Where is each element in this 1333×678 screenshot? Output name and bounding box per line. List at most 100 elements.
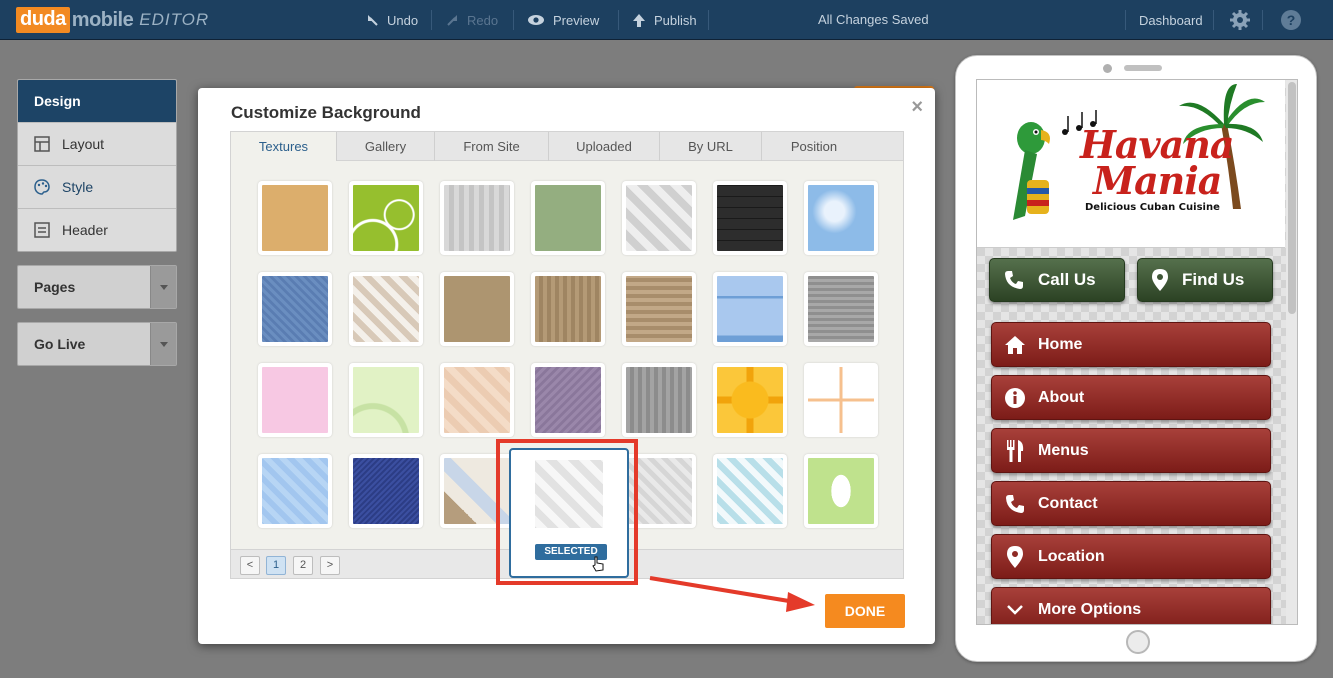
page-1-button[interactable]: 1 [266,556,286,575]
selected-texture-tile[interactable]: SELECTED [509,448,629,578]
texture-tile[interactable] [804,454,878,528]
help-button[interactable]: ? [1280,9,1302,31]
undo-label: Undo [387,12,419,28]
sidebar-item-layout[interactable]: Layout [18,122,176,165]
phone-screen: Havana Mania Delicious Cuban Cuisine Cal… [976,79,1298,625]
go-live-dropdown[interactable]: Go Live [17,322,177,366]
nav-menus[interactable]: Menus [991,428,1271,473]
selected-texture-swatch [535,460,603,528]
texture-tile[interactable] [713,454,787,528]
nav-label: Contact [1038,494,1098,512]
dialog-title: Customize Background [231,103,421,122]
texture-tile[interactable] [440,272,514,346]
preview-button[interactable]: Preview [527,0,599,40]
redo-button[interactable]: Redo [446,0,498,40]
prev-page-button[interactable]: < [240,556,260,575]
phone-icon [1005,271,1023,289]
call-us-label: Call Us [1038,270,1096,289]
nav-location[interactable]: Location [991,534,1271,579]
phone-camera [1103,64,1112,73]
sidebar-item-header[interactable]: Header [18,208,176,251]
texture-tile[interactable] [713,181,787,255]
texture-tile[interactable] [804,272,878,346]
sidebar-item-label: Header [62,222,108,238]
nav-contact[interactable]: Contact [991,481,1271,526]
texture-tile[interactable] [713,363,787,437]
publish-button[interactable]: Publish [632,0,697,40]
tab-textures[interactable]: Textures [231,132,337,162]
sidebar-item-style[interactable]: Style [18,165,176,208]
caret-down-icon [159,284,168,290]
settings-button[interactable] [1229,9,1251,31]
texture-tile[interactable] [531,363,605,437]
publish-label: Publish [654,12,697,28]
close-icon[interactable]: × [911,96,923,119]
texture-tile[interactable] [349,272,423,346]
texture-tile[interactable] [713,272,787,346]
page-2-button[interactable]: 2 [293,556,313,575]
texture-tile[interactable] [531,272,605,346]
logo-mobile: mobile [71,8,134,31]
go-live-label: Go Live [34,336,86,352]
preview-label: Preview [553,12,600,28]
phone-scrollbar[interactable] [1286,80,1297,624]
nav-home[interactable]: Home [991,322,1271,367]
tab-gallery[interactable]: Gallery [337,132,435,161]
tab-by-url[interactable]: By URL [660,132,762,161]
site-header-logo[interactable]: Havana Mania Delicious Cuban Cuisine [977,80,1285,248]
upload-arrow-icon [633,13,645,27]
find-us-label: Find Us [1182,270,1245,289]
texture-tile[interactable] [258,363,332,437]
texture-tile[interactable] [440,363,514,437]
texture-tile[interactable] [622,272,696,346]
texture-tile[interactable] [349,363,423,437]
pages-label: Pages [34,279,76,295]
phone-icon [1006,494,1024,513]
texture-tile[interactable] [804,181,878,255]
fork-knife-icon [1007,439,1024,462]
nav-label: More Options [1038,600,1142,618]
logo-tagline: Delicious Cuban Cuisine [1085,202,1220,213]
nav-about[interactable]: About [991,375,1271,420]
phone-preview: Havana Mania Delicious Cuban Cuisine Cal… [955,55,1317,662]
palette-icon [34,179,50,195]
logo-duda: duda [16,7,70,33]
tab-uploaded[interactable]: Uploaded [549,132,660,161]
logo-editor: EDITOR [139,10,210,29]
texture-tile[interactable] [531,181,605,255]
texture-tile[interactable] [349,181,423,255]
hand-cursor-icon [592,556,604,572]
texture-tile[interactable] [258,454,332,528]
parrot-icon [1013,122,1050,220]
scrollbar-thumb[interactable] [1288,82,1296,314]
design-header[interactable]: Design [18,80,176,122]
eye-icon [528,15,544,25]
design-section: Design Layout Style Header [17,79,177,252]
undo-icon [368,14,378,26]
undo-button[interactable]: Undo [366,0,418,40]
nav-more-options[interactable]: More Options [991,587,1271,624]
nav-label: About [1038,388,1085,406]
done-button[interactable]: DONE [825,594,905,628]
nav-label: Menus [1038,441,1089,459]
find-us-button[interactable]: Find Us [1137,258,1273,302]
go-live-dropdown-arrow[interactable] [150,323,176,365]
texture-tile[interactable] [258,181,332,255]
texture-tile[interactable] [440,181,514,255]
tab-from-site[interactable]: From Site [435,132,549,161]
tab-position[interactable]: Position [762,132,866,161]
dashboard-link[interactable]: Dashboard [1139,0,1203,40]
next-page-button[interactable]: > [320,556,340,575]
call-us-button[interactable]: Call Us [989,258,1125,302]
dashboard-label: Dashboard [1139,12,1203,28]
texture-tile[interactable] [804,363,878,437]
pages-dropdown-arrow[interactable] [150,266,176,308]
header-icon [34,222,50,238]
texture-tile[interactable] [349,454,423,528]
nav-label: Home [1038,335,1083,353]
texture-tile[interactable] [622,181,696,255]
texture-tile[interactable] [622,363,696,437]
duda-mobile-logo: duda mobile EDITOR [16,6,209,34]
texture-tile[interactable] [258,272,332,346]
pages-dropdown[interactable]: Pages [17,265,177,309]
